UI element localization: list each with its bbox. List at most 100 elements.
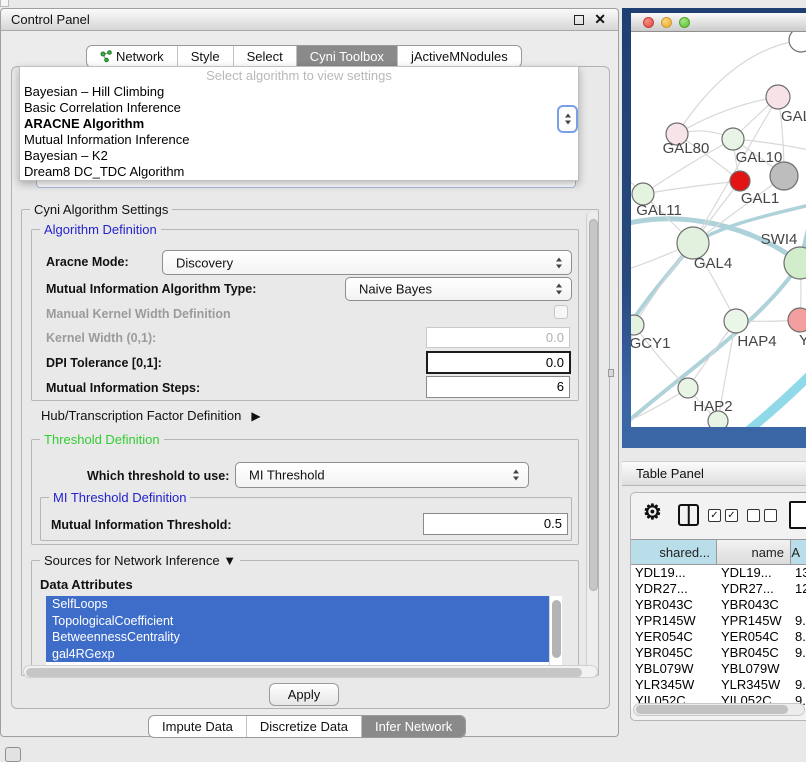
expand-arrow-icon[interactable]: ▶: [251, 409, 260, 423]
column-header-partial[interactable]: A: [791, 540, 806, 564]
table-row[interactable]: YER054CYER054C8.: [631, 629, 806, 645]
which-threshold-combobox[interactable]: MI Threshold: [235, 462, 529, 488]
algorithm-option[interactable]: Bayesian – Hill Climbing: [20, 84, 578, 100]
node-salmon[interactable]: [788, 308, 806, 332]
tab-style[interactable]: Style: [177, 46, 233, 67]
algorithm-option[interactable]: Bayesian – K2: [20, 148, 578, 164]
node-gal1[interactable]: [730, 171, 750, 191]
node-gal10[interactable]: [722, 128, 744, 150]
collapse-arrow-icon[interactable]: ▼: [223, 553, 236, 568]
node-label: GCY1: [631, 335, 670, 352]
node-gray[interactable]: [770, 162, 798, 190]
minimize-traffic-light[interactable]: [661, 17, 672, 28]
checked-checkbox-icon[interactable]: ✓: [708, 509, 721, 522]
mi-threshold-definition-title: MI Threshold Definition: [49, 490, 190, 505]
algorithm-combobox-arrow-button[interactable]: [557, 105, 578, 133]
attribute-item-selected[interactable]: gal4RGexp: [46, 646, 562, 663]
manual-kernel-width-checkbox[interactable]: [554, 305, 568, 319]
close-icon[interactable]: ✕: [594, 11, 606, 28]
export-table-icon[interactable]: [789, 501, 806, 529]
kernel-width-input[interactable]: 0.0: [426, 327, 570, 348]
network-view-frame: GAL GAL80 GAL10 GAL1 GAL11 SWI4 GAL4 GCY…: [622, 8, 806, 448]
mi-algorithm-type-combobox[interactable]: Naive Bayes: [345, 277, 572, 301]
hub-transcription-factor-row[interactable]: Hub/Transcription Factor Definition▶: [41, 408, 261, 423]
close-traffic-light[interactable]: [643, 17, 654, 28]
scrollbar-thumb[interactable]: [26, 668, 582, 677]
aracne-mode-combobox[interactable]: Discovery: [162, 250, 572, 275]
scrollbar-thumb[interactable]: [552, 600, 561, 658]
table-row[interactable]: YBR045CYBR045C9.: [631, 645, 806, 661]
algorithm-placeholder: Select algorithm to view settings: [20, 67, 578, 84]
algorithm-definition-group: Algorithm Definition Aracne Mode: Discov…: [31, 229, 579, 401]
node-gcy1[interactable]: [631, 315, 644, 335]
node-label: GAL4: [694, 255, 732, 272]
attribute-item-selected[interactable]: SelfLoops: [46, 596, 562, 613]
table-panel-titlebar[interactable]: Table Panel: [622, 461, 806, 486]
algorithm-option[interactable]: Basic Correlation Inference: [20, 100, 578, 116]
kernel-width-label: Kernel Width (0,1):: [46, 331, 156, 345]
control-panel-window: Control Panel ✕ Network Style Select Cyn…: [0, 8, 619, 737]
threshold-definition-title: Threshold Definition: [40, 432, 164, 447]
unchecked-checkbox-icon[interactable]: [747, 509, 760, 522]
control-panel-titlebar[interactable]: Control Panel ✕: [1, 9, 618, 31]
tab-network[interactable]: Network: [87, 46, 177, 67]
zoom-traffic-light[interactable]: [679, 17, 690, 28]
tab-impute-data[interactable]: Impute Data: [149, 716, 246, 737]
attributes-scrollbar[interactable]: [549, 596, 562, 666]
mi-steps-input[interactable]: 6: [426, 376, 570, 398]
show-columns-icon[interactable]: [678, 504, 699, 526]
panel-resize-handle[interactable]: [608, 369, 614, 377]
gear-icon[interactable]: ⚙: [643, 500, 662, 525]
attribute-item-selected[interactable]: TopologicalCoefficient: [46, 613, 562, 630]
table-row[interactable]: YDL19...YDL19...13: [631, 565, 806, 581]
aracne-mode-label: Aracne Mode:: [46, 255, 129, 269]
column-header-name[interactable]: name: [717, 540, 791, 564]
settings-vertical-scrollbar[interactable]: [586, 211, 598, 674]
node-hap4[interactable]: [724, 309, 748, 333]
table-row[interactable]: YBL079WYBL079W: [631, 661, 806, 677]
dpi-tolerance-input[interactable]: 0.0: [426, 351, 571, 374]
network-canvas[interactable]: GAL GAL80 GAL10 GAL1 GAL11 SWI4 GAL4 GCY…: [631, 32, 806, 427]
node-partial-top[interactable]: [789, 32, 806, 52]
table-row[interactable]: YLR345WYLR345W9.: [631, 677, 806, 693]
data-attributes-list: SelfLoops TopologicalCoefficient Between…: [46, 596, 562, 666]
table-horizontal-scrollbar[interactable]: [633, 703, 805, 716]
checked-checkbox-icon[interactable]: ✓: [725, 509, 738, 522]
window-notch: [0, 0, 9, 7]
dock-mini-button[interactable]: [5, 747, 21, 762]
attribute-item-selected[interactable]: BetweennessCentrality: [46, 629, 562, 646]
cyni-bottom-tabbar: Impute Data Discretize Data Infer Networ…: [148, 715, 466, 738]
table-panel: ⚙ ✓ ✓ shared... name A YDL19...YDL19...1…: [630, 492, 806, 721]
unchecked-checkbox-icon[interactable]: [764, 509, 777, 522]
threshold-definition-group: Threshold Definition Which threshold to …: [31, 439, 579, 545]
scrollbar-thumb[interactable]: [636, 705, 788, 714]
algorithm-option[interactable]: Mutual Information Inference: [20, 132, 578, 148]
algorithm-option-selected[interactable]: ARACNE Algorithm: [20, 116, 578, 132]
node-hap2[interactable]: [678, 378, 698, 398]
tab-cyni-toolbox[interactable]: Cyni Toolbox: [296, 46, 397, 67]
which-threshold-label: Which threshold to use:: [87, 469, 229, 483]
tab-jactivemnodules[interactable]: jActiveMNodules: [397, 46, 521, 67]
table-row[interactable]: YPR145WYPR145W9.: [631, 613, 806, 629]
node-label: GAL10: [736, 149, 783, 166]
tab-discretize-data[interactable]: Discretize Data: [246, 716, 361, 737]
tab-infer-network[interactable]: Infer Network: [361, 716, 465, 737]
table-row[interactable]: YBR043CYBR043C: [631, 597, 806, 613]
float-window-icon[interactable]: [574, 15, 584, 25]
node-gal-partial[interactable]: [766, 85, 790, 109]
network-bright-edge: [749, 372, 806, 427]
sources-title[interactable]: Sources for Network Inference ▼: [40, 553, 240, 568]
mi-threshold-definition-group: MI Threshold Definition Mutual Informati…: [40, 497, 572, 541]
settings-horizontal-scrollbar[interactable]: [23, 665, 598, 678]
scrollbar-thumb[interactable]: [589, 219, 598, 591]
apply-button[interactable]: Apply: [269, 683, 339, 706]
network-window-titlebar[interactable]: [631, 13, 806, 32]
column-header-shared-name[interactable]: shared...: [631, 540, 717, 564]
network-node-labels: GAL GAL80 GAL10 GAL1 GAL11 SWI4 GAL4 GCY…: [631, 108, 806, 415]
tab-select[interactable]: Select: [233, 46, 296, 67]
algorithm-option[interactable]: Dream8 DC_TDC Algorithm: [20, 164, 578, 180]
mi-threshold-input[interactable]: 0.5: [423, 513, 568, 535]
node-label: SWI4: [761, 231, 798, 248]
table-row[interactable]: YDR27...YDR27...12: [631, 581, 806, 597]
table-panel-title: Table Panel: [636, 466, 704, 481]
